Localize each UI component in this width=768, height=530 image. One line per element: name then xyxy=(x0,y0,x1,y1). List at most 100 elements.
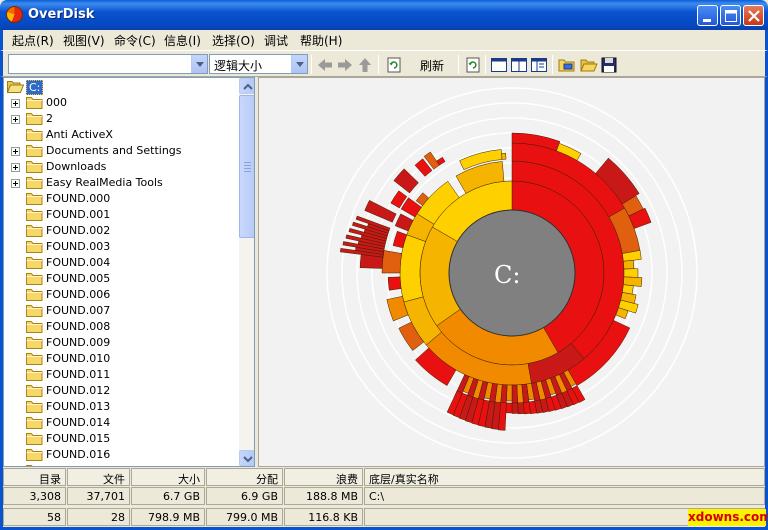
layout-single-icon[interactable] xyxy=(490,56,508,74)
sunburst-segment[interactable] xyxy=(511,384,518,404)
folder-scan-icon[interactable] xyxy=(558,56,576,74)
layout-detail-icon[interactable] xyxy=(530,56,548,74)
sunburst-segment[interactable] xyxy=(517,402,525,415)
tree-item-label[interactable]: FOUND.000 xyxy=(46,192,110,205)
layout-split-icon[interactable] xyxy=(510,56,528,74)
tree-item-label[interactable]: FOUND.012 xyxy=(46,384,110,397)
tree-item[interactable]: FOUND.004 xyxy=(4,255,238,271)
save-disk-icon[interactable] xyxy=(600,56,618,74)
sunburst-segment[interactable] xyxy=(501,152,507,160)
tree-item-label[interactable]: FOUND.010 xyxy=(46,352,110,365)
sunburst-segment[interactable] xyxy=(623,268,639,278)
menu-item[interactable]: 信息(I) xyxy=(164,32,201,49)
scroll-up-button[interactable] xyxy=(239,78,254,94)
tree-item[interactable]: 2 xyxy=(4,111,238,127)
menu-item[interactable]: 调试 xyxy=(264,32,288,49)
tree-item[interactable]: FOUND.009 xyxy=(4,335,238,351)
tree-item-label[interactable]: FOUND.001 xyxy=(46,208,110,221)
expand-plus-icon[interactable] xyxy=(11,147,20,156)
menu-item[interactable]: 命令(C) xyxy=(114,32,156,49)
tree-root[interactable]: C: xyxy=(4,79,238,95)
tree-item[interactable]: FOUND.008 xyxy=(4,319,238,335)
tree-item[interactable]: FOUND.007 xyxy=(4,303,238,319)
tree-item-label[interactable]: Anti ActiveX xyxy=(46,128,113,141)
sunburst-segment[interactable] xyxy=(381,250,402,274)
tree-item-label[interactable]: Downloads xyxy=(46,160,106,173)
refresh-doc-icon[interactable] xyxy=(385,56,403,74)
sunburst-segment[interactable] xyxy=(623,259,635,270)
tree-root-label[interactable]: C: xyxy=(26,80,44,95)
title-bar[interactable]: OverDisk xyxy=(0,0,768,30)
size-mode-combobox[interactable]: 逻辑大小 xyxy=(209,54,308,74)
menu-item[interactable]: 帮助(H) xyxy=(300,32,342,49)
tree-item[interactable]: Anti ActiveX xyxy=(4,127,238,143)
tree-item[interactable]: FOUND.005 xyxy=(4,271,238,287)
tree-item[interactable]: Easy RealMedia Tools xyxy=(4,175,238,191)
maximize-button[interactable] xyxy=(720,5,741,26)
tree-item-label[interactable]: 2 xyxy=(46,112,53,125)
tree-item-label[interactable]: FOUND.006 xyxy=(46,288,110,301)
menu-item[interactable]: 起点(R) xyxy=(12,32,54,49)
disk-usage-sunburst[interactable]: C: xyxy=(258,77,765,467)
sunburst-segment[interactable] xyxy=(511,402,519,414)
expand-plus-icon[interactable] xyxy=(11,99,20,108)
tree-item[interactable]: FOUND.002 xyxy=(4,223,238,239)
tree-item-label[interactable]: FOUND.011 xyxy=(46,368,110,381)
refresh-label[interactable]: 刷新 xyxy=(420,57,444,74)
folder-icon xyxy=(26,161,43,173)
sunburst-segment[interactable] xyxy=(387,276,402,291)
tree-item-label[interactable]: FOUND.009 xyxy=(46,336,110,349)
tree-scrollbar[interactable] xyxy=(239,78,254,466)
sunburst-segment[interactable] xyxy=(505,402,513,414)
folder-tree[interactable]: C: 000 2 Anti ActiveX Documents and Setting… xyxy=(3,77,255,467)
menu-item[interactable]: 选择(O) xyxy=(212,32,255,49)
tree-item[interactable]: FOUND.014 xyxy=(4,415,238,431)
expand-plus-icon[interactable] xyxy=(11,163,20,172)
tree-item[interactable]: FOUND.000 xyxy=(4,191,238,207)
tree-item[interactable]: FOUND.016 xyxy=(4,447,238,463)
tree-item[interactable]: FOUND.006 xyxy=(4,287,238,303)
size-mode-dropdown-button[interactable] xyxy=(291,55,307,73)
tree-item-label[interactable]: FOUND.016 xyxy=(46,448,110,461)
tree-item[interactable]: FOUND.010 xyxy=(4,351,238,367)
tree-item-label[interactable]: FOUND.015 xyxy=(46,432,110,445)
tree-item[interactable]: FOUND.013 xyxy=(4,399,238,415)
tree-item-label[interactable]: Easy RealMedia Tools xyxy=(46,176,163,189)
tree-item[interactable]: 000 xyxy=(4,95,238,111)
tree-item-label[interactable]: FOUND.013 xyxy=(46,400,110,413)
tree-item[interactable]: FOUND.001 xyxy=(4,207,238,223)
expand-plus-icon[interactable] xyxy=(11,115,20,124)
forward-arrow-icon[interactable] xyxy=(336,56,354,74)
path-dropdown-button[interactable] xyxy=(191,55,207,73)
status-value-cell: 116.8 KB xyxy=(284,508,363,526)
path-combobox[interactable] xyxy=(8,54,208,74)
folder-icon xyxy=(26,305,43,317)
refresh-doc2-icon[interactable] xyxy=(464,56,482,74)
tree-item-label[interactable]: 000 xyxy=(46,96,67,109)
expand-plus-icon[interactable] xyxy=(11,179,20,188)
minimize-button[interactable] xyxy=(697,5,718,26)
scroll-thumb[interactable] xyxy=(239,95,254,238)
tree-item-label[interactable]: FOUND.005 xyxy=(46,272,110,285)
tree-item[interactable]: Downloads xyxy=(4,159,238,175)
scroll-down-button[interactable] xyxy=(239,450,254,466)
tree-item[interactable]: Documents and Settings xyxy=(4,143,238,159)
close-button[interactable] xyxy=(743,5,764,26)
menu-item[interactable]: 视图(V) xyxy=(63,32,105,49)
center-drive-label: C: xyxy=(494,261,521,289)
tree-item-label[interactable]: FOUND.014 xyxy=(46,416,110,429)
tree-item-label[interactable]: FOUND.003 xyxy=(46,240,110,253)
open-folder-icon[interactable] xyxy=(580,56,598,74)
tree-item[interactable]: FOUND.015 xyxy=(4,431,238,447)
tree-item[interactable]: FOUND.003 xyxy=(4,239,238,255)
tree-item-label[interactable]: FOUND.007 xyxy=(46,304,110,317)
tree-item[interactable]: FOUND.012 xyxy=(4,383,238,399)
menu-bar: 起点(R) 视图(V) 命令(C) 信息(I) 选择(O) 调试 帮助(H) xyxy=(0,30,768,50)
tree-item[interactable]: FOUND.011 xyxy=(4,367,238,383)
up-arrow-icon[interactable] xyxy=(356,56,374,74)
back-arrow-icon[interactable] xyxy=(316,56,334,74)
tree-item-label[interactable]: FOUND.004 xyxy=(46,256,110,269)
tree-item-label[interactable]: FOUND.002 xyxy=(46,224,110,237)
tree-item-label[interactable]: Documents and Settings xyxy=(46,144,182,157)
tree-item-label[interactable]: FOUND.008 xyxy=(46,320,110,333)
